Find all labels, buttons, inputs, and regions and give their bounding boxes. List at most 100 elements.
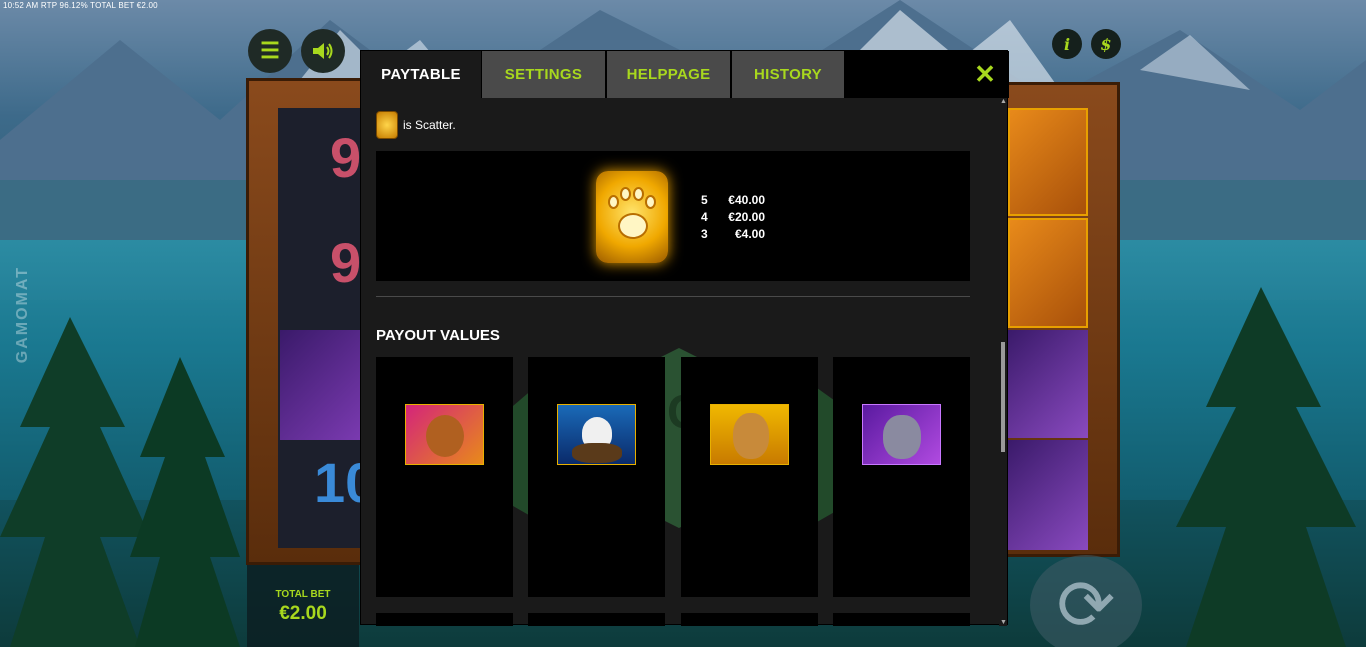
payout-value: €1.50	[893, 548, 934, 566]
payout-row: 2 €0.50	[718, 566, 782, 583]
payout-row: 3 €4.00	[701, 225, 765, 242]
nine-symbol-top: 9	[330, 126, 362, 189]
paw-toe	[645, 195, 656, 209]
scroll-thumb[interactable]	[1001, 342, 1005, 452]
tree-left	[0, 317, 240, 647]
eagle-payouts: 5 €7.50 4 €5.00 3 €2.50 2 €0.50	[565, 515, 629, 583]
payout-value: €5.00	[893, 514, 934, 532]
wolf-symbol-right-2	[1008, 440, 1088, 550]
payout-value: €7.50	[588, 514, 629, 532]
payout-count: 4	[565, 531, 574, 549]
tree-right	[1176, 287, 1356, 647]
tab-helppage[interactable]: HELPPAGE	[607, 51, 730, 98]
payout-value: €1.00	[436, 565, 477, 583]
payout-count: 2	[870, 565, 879, 583]
nine-symbol-mid: 9	[330, 231, 362, 294]
paw-toe	[620, 187, 631, 201]
paytable-content[interactable]: is Scatter. 5 €40.00 4 €20.00 3 €4.00 PAYOU…	[361, 98, 1001, 626]
payout-count: 4	[413, 531, 422, 549]
wolf-symbol-right-1	[1008, 330, 1088, 438]
payout-count: 2	[718, 565, 727, 583]
bear-payouts: 5 €10.00 4 €7.50 3 €5.00 2 €1.00	[413, 514, 484, 583]
bear-symbol-right-2	[1008, 218, 1088, 328]
symbol-card-next	[833, 613, 970, 626]
payout-row: 4 €5.00	[718, 532, 782, 549]
payout-count: 4	[701, 209, 708, 224]
payout-count: 5	[413, 514, 422, 532]
payout-value: €5.00	[436, 548, 477, 566]
symbol-card-next	[528, 613, 665, 626]
payout-row: 3 €2.50	[718, 549, 782, 566]
info-icon: i	[1063, 34, 1071, 54]
scrollbar[interactable]: ▲ ▼	[999, 98, 1007, 626]
close-icon: ✕	[974, 59, 996, 89]
payout-count: 3	[565, 548, 574, 566]
puma-payouts: 5 €7.50 4 €5.00 3 €2.50 2 €0.50	[718, 515, 782, 583]
bear-icon	[405, 404, 484, 465]
dollar-icon: $	[1100, 34, 1112, 54]
tab-paytable[interactable]: PAYTABLE	[361, 51, 481, 98]
payout-row: 5 €40.00	[701, 191, 765, 208]
scatter-text: is Scatter.	[403, 118, 456, 132]
tab-settings[interactable]: SETTINGS	[482, 51, 605, 98]
scatter-payouts: 5 €40.00 4 €20.00 3 €4.00	[701, 191, 765, 242]
wolf-payouts: 5 €5.00 4 €2.50 3 €1.50 2 €0.20	[870, 515, 934, 583]
tab-label: HELPPAGE	[626, 66, 711, 83]
payout-count: 3	[718, 548, 727, 566]
puma-icon	[710, 404, 789, 465]
tab-label: SETTINGS	[504, 66, 583, 83]
payout-row: 5 €10.00	[413, 514, 484, 532]
payout-value: €2.50	[893, 531, 934, 549]
spin-button[interactable]: ⟳	[1030, 555, 1142, 647]
payout-row: 4 €2.50	[870, 532, 934, 549]
scatter-paw-symbol	[596, 171, 668, 263]
payout-value: €10.00	[435, 514, 484, 532]
section-divider	[376, 296, 970, 297]
payout-row: 5 €7.50	[565, 515, 629, 532]
tab-label: HISTORY	[754, 66, 822, 83]
payout-value: €5.00	[588, 531, 629, 549]
payout-count: 2	[413, 565, 422, 583]
payout-count: 3	[413, 548, 422, 566]
info-button[interactable]: i	[1052, 29, 1082, 59]
symbol-card-eagle: 5 €7.50 4 €5.00 3 €2.50 2 €0.50	[528, 357, 665, 597]
scatter-payout-box: 5 €40.00 4 €20.00 3 €4.00	[376, 151, 970, 281]
tab-history[interactable]: HISTORY	[732, 51, 844, 98]
payout-row: 2 €0.20	[870, 566, 934, 583]
brand-vertical-text: GAMOMAT	[14, 266, 31, 364]
bet-panel[interactable]: TOTAL BET €2.00	[247, 565, 359, 647]
wolf-icon	[862, 404, 941, 465]
tab-bar: PAYTABLE SETTINGS HELPPAGE HISTORY ✕	[361, 51, 1009, 98]
speaker-icon	[313, 43, 333, 59]
payout-value: €2.50	[588, 548, 629, 566]
total-bet-value: €2.00	[279, 603, 327, 624]
payout-row: 3 €5.00	[413, 549, 477, 566]
currency-button[interactable]: $	[1091, 29, 1121, 59]
menu-icon: ☰	[260, 38, 280, 63]
payout-count: 5	[718, 514, 727, 532]
payout-value: €5.00	[741, 531, 782, 549]
payout-value: €0.50	[588, 565, 629, 583]
close-button[interactable]: ✕	[973, 61, 997, 87]
payout-value: €20.00	[728, 209, 765, 224]
payout-value: €4.00	[734, 226, 765, 241]
paw-toe	[633, 187, 644, 201]
payout-count: 3	[701, 226, 708, 241]
sound-button[interactable]	[301, 29, 345, 73]
status-bar: 10:52 AM RTP 96.12% TOTAL BET €2.00	[3, 1, 158, 10]
payout-row: 3 €2.50	[565, 549, 629, 566]
refresh-icon: ⟳	[1056, 566, 1116, 644]
symbol-card-wolf: 5 €5.00 4 €2.50 3 €1.50 2 €0.20	[833, 357, 970, 597]
payout-value: €7.50	[436, 531, 477, 549]
scroll-down-icon[interactable]: ▼	[1000, 619, 1007, 626]
symbol-card-bear: 5 €10.00 4 €7.50 3 €5.00 2 €1.00	[376, 357, 513, 597]
payout-row: 2 €1.00	[413, 566, 477, 583]
scatter-paw-icon	[376, 111, 398, 139]
paytable-modal: PAYTABLE SETTINGS HELPPAGE HISTORY ✕ is …	[360, 50, 1009, 626]
payout-count: 3	[870, 548, 879, 566]
scroll-up-icon[interactable]: ▲	[1000, 98, 1007, 105]
paw-pad-main	[618, 213, 648, 239]
payout-count: 4	[870, 531, 879, 549]
symbol-card-next	[681, 613, 818, 626]
menu-button[interactable]: ☰	[248, 29, 292, 73]
